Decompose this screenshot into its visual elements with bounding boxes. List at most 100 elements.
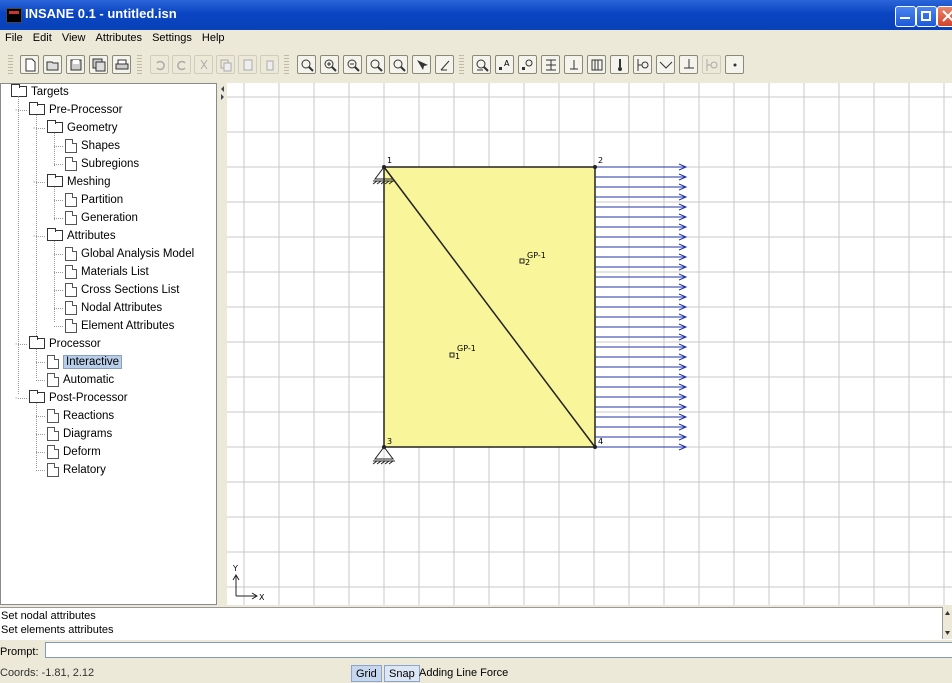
open-file-icon[interactable] <box>43 55 62 74</box>
tree-item[interactable]: Nodal Attributes <box>65 299 162 317</box>
node-1[interactable] <box>382 165 386 169</box>
menu-attributes[interactable]: Attributes <box>96 30 142 47</box>
document-icon <box>65 210 77 225</box>
document-icon <box>65 282 77 297</box>
zoom-icon[interactable] <box>297 55 316 74</box>
document-icon <box>65 246 77 261</box>
coords-readout: Coords: -1.81, 2.12 <box>0 667 95 679</box>
expand-toggle-icon[interactable]: ∙ <box>33 119 35 137</box>
menu-help[interactable]: Help <box>202 30 225 47</box>
tree-item[interactable]: Reactions <box>47 407 114 425</box>
tree-item[interactable]: ∙ Geometry <box>33 119 118 137</box>
tree-item[interactable]: Generation <box>65 209 138 227</box>
tree-item[interactable]: Partition <box>65 191 123 209</box>
document-icon <box>47 462 59 477</box>
constraint-icon[interactable] <box>702 55 721 74</box>
tree-item[interactable]: Cross Sections List <box>65 281 179 299</box>
expand-toggle-icon[interactable]: ∙ <box>33 227 35 245</box>
maximize-button[interactable] <box>916 6 937 27</box>
zoom-window-icon[interactable] <box>366 55 385 74</box>
tree-item[interactable]: Relatory <box>47 461 106 479</box>
tree-item[interactable]: Automatic <box>47 371 114 389</box>
pane-splitter[interactable] <box>217 83 227 605</box>
model-view[interactable]: 1 2 3 4 2 GP-1 1 GP-1 Y X <box>227 83 952 605</box>
node-2[interactable] <box>593 165 597 169</box>
gauss-point-label-2: GP-1 <box>527 251 546 260</box>
fit-icon[interactable] <box>435 55 454 74</box>
save-as-icon[interactable] <box>89 55 108 74</box>
undo-icon[interactable] <box>150 55 169 74</box>
tree-item[interactable]: Materials List <box>65 263 149 281</box>
copy-icon[interactable] <box>216 55 235 74</box>
tree-item[interactable]: Element Attributes <box>65 317 174 335</box>
folder-icon <box>29 390 45 404</box>
save-icon[interactable] <box>66 55 85 74</box>
delete-icon[interactable] <box>260 55 279 74</box>
grid-toggle[interactable]: Grid <box>351 665 382 682</box>
tree-item[interactable]: Subregions <box>65 155 139 173</box>
print-icon[interactable] <box>112 55 131 74</box>
distributed-load-icon[interactable] <box>587 55 606 74</box>
text-label-icon[interactable]: A <box>495 55 514 74</box>
folder-icon <box>29 336 45 350</box>
snap-toggle[interactable]: Snap <box>384 665 420 682</box>
support-icon[interactable] <box>564 55 583 74</box>
tree-item[interactable]: ∙ Pre-Processor <box>15 101 123 119</box>
tree-item[interactable]: ∙ Attributes <box>33 227 116 245</box>
prompt-input[interactable] <box>45 642 952 658</box>
tree-item-label: Processor <box>49 338 101 350</box>
menu-view[interactable]: View <box>62 30 86 47</box>
point-icon[interactable] <box>725 55 744 74</box>
zoom-out-icon[interactable] <box>343 55 362 74</box>
folder-icon <box>47 120 63 134</box>
expand-toggle-icon[interactable]: ∙ <box>15 101 17 119</box>
hinge-icon[interactable] <box>633 55 652 74</box>
menu-settings[interactable]: Settings <box>152 30 192 47</box>
node-4[interactable] <box>593 445 597 449</box>
svg-text:A: A <box>504 59 510 68</box>
node-label-icon[interactable] <box>518 55 537 74</box>
tree-item[interactable]: Global Analysis Model <box>65 245 194 263</box>
gauss-point-label-1: GP-1 <box>457 344 476 353</box>
tree-item[interactable]: ∙ Meshing <box>33 173 110 191</box>
tree-root[interactable]: Targets <box>11 84 69 101</box>
message-scrollbar[interactable] <box>942 607 952 639</box>
node-3[interactable] <box>382 445 386 449</box>
redo-icon[interactable] <box>172 55 191 74</box>
menu-edit[interactable]: Edit <box>33 30 52 47</box>
zoom-all-icon[interactable] <box>389 55 408 74</box>
tree-item[interactable]: Shapes <box>65 137 120 155</box>
tree-item[interactable]: Interactive <box>47 353 123 371</box>
zoom-in-icon[interactable] <box>320 55 339 74</box>
document-icon <box>65 138 77 153</box>
tree-item-label: Partition <box>81 194 124 206</box>
section-icon[interactable] <box>541 55 560 74</box>
drawing-canvas[interactable]: 1 2 3 4 2 GP-1 1 GP-1 Y X <box>227 83 952 605</box>
new-file-icon[interactable] <box>20 55 39 74</box>
temperature-icon[interactable] <box>610 55 629 74</box>
message-line: Set elements attributes <box>1 624 114 636</box>
expand-toggle-icon[interactable]: ∙ <box>15 389 17 407</box>
tree-item[interactable]: Deform <box>47 443 101 461</box>
release-icon[interactable] <box>656 55 675 74</box>
find-icon[interactable] <box>472 55 491 74</box>
window-title: INSANE 0.1 - untitled.isn <box>25 6 177 21</box>
toolbar-separator <box>284 55 289 75</box>
point-load-icon[interactable] <box>679 55 698 74</box>
paste-icon[interactable] <box>238 55 257 74</box>
menu-file[interactable]: File <box>5 30 23 47</box>
node-label-2: 2 <box>598 156 603 165</box>
tree-item[interactable]: ∙ Processor <box>15 335 101 353</box>
tree-item[interactable]: Diagrams <box>47 425 112 443</box>
document-icon <box>47 354 59 369</box>
tree-item[interactable]: ∙ Post-Processor <box>15 389 128 407</box>
close-button[interactable] <box>937 6 952 27</box>
tree-line <box>18 110 27 111</box>
expand-toggle-icon[interactable]: ∙ <box>15 335 17 353</box>
document-icon <box>47 426 59 441</box>
expand-toggle-icon[interactable]: ∙ <box>33 173 35 191</box>
axis-y-label: Y <box>232 564 238 573</box>
pan-icon[interactable] <box>412 55 431 74</box>
cut-icon[interactable] <box>194 55 213 74</box>
minimize-button[interactable] <box>895 6 916 27</box>
